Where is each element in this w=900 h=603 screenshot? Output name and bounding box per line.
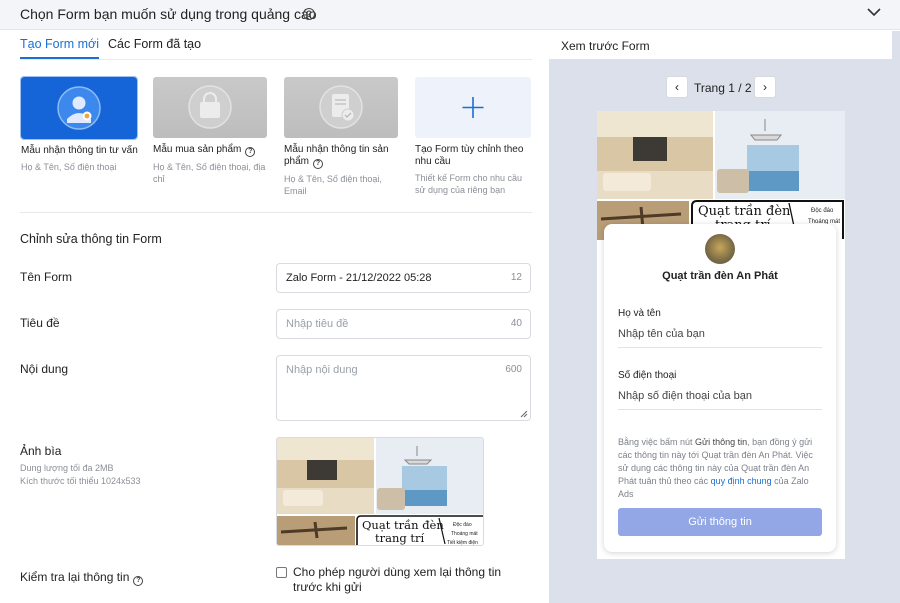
content-placeholder: Nhập nội dung	[286, 364, 358, 376]
content-label: Nội dung	[20, 362, 69, 376]
template-thumbnail	[20, 76, 138, 140]
terms-text: Bằng việc bấm nút Gửi thông tin, bạn đồn…	[618, 436, 822, 501]
template-name-text: Mẫu mua sản phẩm	[153, 144, 242, 155]
page-indicator: Trang 1 / 2	[694, 81, 752, 95]
terms-pre: Bằng việc bấm nút	[618, 437, 696, 447]
template-desc: Họ & Tên, Số điện thoại, địa chỉ	[153, 162, 266, 184]
template-card-product-info[interactable]: Mẫu nhận thông tin sản phẩm? Họ & Tên, S…	[284, 77, 402, 197]
help-icon[interactable]: ?	[303, 8, 315, 20]
form-name-value: Zalo Form - 21/12/2022 05:28	[286, 272, 432, 284]
review-checkbox-label[interactable]: Cho phép người dùng xem lại thông tin tr…	[293, 565, 533, 595]
name-field-label: Họ và tên	[618, 308, 661, 319]
cover-caption-line2: trang trí	[375, 531, 425, 545]
section-divider	[20, 212, 532, 213]
page-header[interactable]: Chọn Form bạn muốn sử dụng trong quảng c…	[0, 0, 900, 30]
terms-button-name: Gửi thông tin	[695, 437, 748, 447]
template-desc: Thiết kế Form cho nhu cầu sử dụng của ri…	[415, 173, 523, 195]
tab-create-form[interactable]: Tạo Form mới	[20, 37, 100, 59]
preview-title: Xem trước Form	[561, 39, 650, 53]
cover-caption-line1: Quạt trần đèn	[362, 518, 444, 532]
cover-caption-small3: Tiết kiệm điện	[447, 540, 478, 546]
template-card-purchase[interactable]: Mẫu mua sản phẩm? Họ & Tên, Số điện thoạ…	[153, 77, 271, 185]
title-placeholder: Nhập tiêu đề	[286, 318, 349, 330]
content-textarea[interactable]: Nhập nội dung 600	[276, 355, 531, 421]
info-icon[interactable]: ?	[313, 159, 324, 169]
prev-page-button[interactable]: ‹	[666, 76, 688, 98]
cover-size-hint: Dung lượng tối đa 2MB	[20, 463, 114, 473]
submit-button[interactable]: Gửi thông tin	[618, 508, 822, 536]
template-desc: Họ & Tên, Số điện thoại, Email	[284, 174, 382, 196]
brand-avatar	[705, 234, 735, 264]
cover-label: Ảnh bìa	[20, 444, 62, 458]
template-thumbnail	[284, 77, 398, 138]
review-label: Kiểm tra lại thông tin?	[20, 570, 144, 586]
template-name-text: Mẫu nhận thông tin sản phẩm	[284, 144, 389, 167]
tab-divider	[20, 59, 532, 60]
form-name-label: Tên Form	[20, 270, 73, 284]
template-thumbnail	[415, 77, 531, 138]
phone-field-input[interactable]: Nhập số điện thoại của bạn	[618, 390, 752, 402]
preview-panel: Xem trước Form ‹ Trang 1 / 2 › Quạt trần…	[549, 31, 900, 603]
next-page-button[interactable]: ›	[754, 76, 776, 98]
form-preview: Quạt trần đèn trang trí Độc đáo Thoáng m…	[597, 111, 845, 559]
cover-image[interactable]: Quạt trần đèn trang trí Độc đáo Thoáng m…	[276, 437, 484, 546]
tab-created-forms[interactable]: Các Form đã tạo	[108, 37, 201, 51]
title-input[interactable]: Nhập tiêu đề 40	[276, 309, 531, 339]
template-card-custom[interactable]: Tạo Form tùy chỉnh theo nhu cầu Thiết kế…	[415, 77, 533, 196]
preview-cover-image: Quạt trần đèn trang trí Độc đáo Thoáng m…	[597, 111, 845, 240]
review-checkbox[interactable]	[276, 567, 287, 578]
cover-caption-small1: Độc đáo	[453, 522, 472, 528]
cover-dimension-hint: Kích thước tối thiểu 1024x533	[20, 476, 141, 486]
phone-field-label: Số điện thoại	[618, 370, 677, 381]
resize-handle-icon[interactable]	[520, 410, 528, 418]
review-label-text: Kiểm tra lại thông tin	[20, 570, 130, 584]
info-icon[interactable]: ?	[133, 576, 144, 586]
template-thumbnail	[153, 77, 267, 138]
template-name: Tạo Form tùy chỉnh theo nhu cầu	[415, 144, 524, 167]
form-editor-panel: Tạo Form mới Các Form đã tạo Mẫu nhận th…	[0, 31, 548, 603]
title-label: Tiêu đề	[20, 316, 60, 330]
field-underline	[618, 409, 822, 410]
info-icon[interactable]: ?	[245, 147, 256, 157]
template-card-consult[interactable]: Mẫu nhận thông tin tư vấn Họ & Tên, Số đ…	[20, 76, 139, 173]
template-name: Mẫu nhận thông tin sản phẩm?	[284, 144, 402, 169]
section-title: Chỉnh sửa thông tin Form	[20, 232, 162, 246]
cover-caption-small2: Thoáng mát	[451, 531, 478, 537]
field-underline	[618, 347, 822, 348]
char-counter: 12	[510, 272, 522, 283]
name-field-input[interactable]: Nhập tên của bạn	[618, 328, 705, 340]
document-check-icon	[319, 85, 363, 129]
form-name-input[interactable]: Zalo Form - 21/12/2022 05:28 12	[276, 263, 531, 293]
preview-form-card: Quạt trần đèn An Phát Họ và tên Nhập tên…	[604, 224, 836, 552]
terms-link[interactable]: quy định chung	[711, 476, 772, 486]
preview-header: Xem trước Form	[549, 31, 892, 59]
consultant-icon	[57, 86, 101, 130]
preview-cover-caption: Quạt trần đèn	[698, 204, 791, 219]
preview-cover-small1: Độc đáo	[811, 208, 834, 214]
char-counter: 600	[505, 364, 522, 375]
page-title: Chọn Form bạn muốn sử dụng trong quảng c…	[20, 6, 317, 22]
char-counter: 40	[510, 318, 522, 329]
chevron-down-icon[interactable]	[866, 6, 882, 18]
template-name: Mẫu mua sản phẩm?	[153, 144, 271, 157]
brand-name: Quạt trần đèn An Phát	[662, 270, 778, 282]
plus-icon	[462, 97, 484, 118]
template-desc: Họ & Tên, Số điện thoại	[21, 162, 117, 172]
shopping-bag-icon	[188, 85, 232, 129]
template-name: Mẫu nhận thông tin tư vấn	[21, 145, 138, 156]
